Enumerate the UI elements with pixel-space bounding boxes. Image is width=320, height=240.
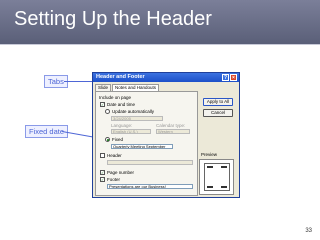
footer-checkbox[interactable]: ✓ (100, 177, 105, 182)
fixed-date-input[interactable]: Quarterly Meeting September (111, 144, 173, 149)
tab-slide[interactable]: Slide (95, 84, 112, 91)
calendar-type-label: Calendar type: (156, 123, 186, 128)
preview-header-placeholder (207, 166, 213, 168)
header-label: Header (107, 153, 122, 158)
cancel-button[interactable]: Cancel (203, 109, 233, 117)
close-icon[interactable]: × (230, 74, 237, 81)
language-label: Language: (111, 123, 133, 128)
dialog-tabs: Slide Notes and Handouts (95, 84, 160, 91)
update-automatically-radio[interactable] (105, 109, 110, 114)
preview-box (199, 159, 234, 195)
auto-date-select[interactable]: 3/24/2005 (111, 116, 163, 121)
date-time-checkbox[interactable]: ✓ (100, 102, 105, 107)
preview-page-number-placeholder (221, 186, 227, 188)
fixed-label: Fixed (112, 137, 124, 142)
preview-label: Preview (201, 152, 218, 157)
apply-to-all-button[interactable]: Apply to All (203, 98, 233, 106)
preview-footer-placeholder (207, 186, 213, 188)
dialog-titlebar[interactable]: Header and Footer ? × (93, 73, 239, 82)
header-footer-dialog: Header and Footer ? × Slide Notes and Ha… (92, 72, 240, 198)
help-icon[interactable]: ? (222, 74, 229, 81)
title-divider (0, 44, 320, 45)
slide-page-number: 33 (305, 228, 312, 234)
group-label: Include on page (99, 95, 132, 100)
slide-title: Setting Up the Header (14, 8, 212, 30)
page-number-label: Page number (107, 170, 135, 175)
update-automatically-label: Update automatically (112, 109, 155, 114)
footer-input[interactable]: Presentations are our Business! (107, 184, 193, 189)
header-input[interactable] (107, 160, 193, 165)
tab-panel: Include on page ✓ Date and time Update a… (95, 91, 198, 196)
dialog-title: Header and Footer (96, 74, 145, 80)
fixed-radio[interactable] (105, 137, 110, 142)
calendar-type-select[interactable]: Western (156, 129, 190, 134)
date-time-label: Date and time (107, 102, 136, 107)
page-number-checkbox[interactable]: ✓ (100, 170, 105, 175)
header-checkbox[interactable] (100, 153, 105, 158)
preview-date-placeholder (221, 166, 227, 168)
tabs-callout-arrow (64, 81, 94, 82)
tab-notes-and-handouts[interactable]: Notes and Handouts (112, 84, 160, 91)
footer-label: Footer (107, 177, 121, 182)
language-select[interactable]: English (U.S.) (111, 129, 151, 134)
preview-page (204, 163, 230, 191)
